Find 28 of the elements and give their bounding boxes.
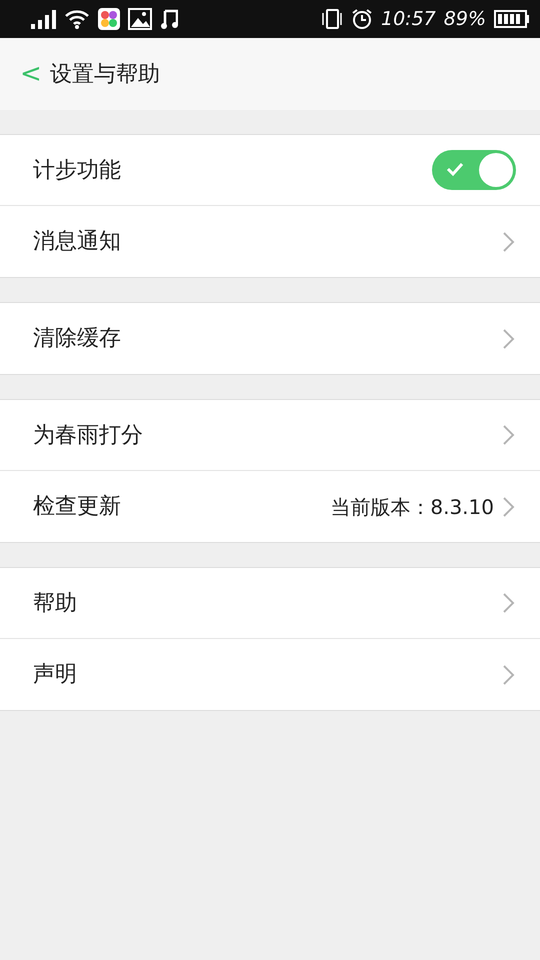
vibrate-icon [321, 8, 343, 30]
music-icon [160, 8, 178, 30]
setting-label: 帮助 [33, 590, 77, 618]
back-button[interactable]: < [12, 61, 50, 87]
setting-label: 计步功能 [33, 156, 121, 184]
setting-label: 消息通知 [33, 228, 121, 256]
chevron-icon [502, 592, 516, 614]
clock-time: 10:57 [381, 6, 436, 32]
setting-label: 为春雨打分 [33, 422, 143, 450]
chevron-icon [502, 496, 516, 518]
chevron-icon [502, 328, 516, 350]
check-icon [446, 161, 464, 177]
setting-label: 检查更新 [33, 493, 121, 521]
chevron-icon [502, 664, 516, 686]
signal-icon [30, 9, 56, 29]
image-icon [128, 8, 152, 30]
version-text: 当前版本：8.3.10 [330, 494, 494, 520]
app-icon [98, 8, 120, 30]
chevron-icon [502, 230, 516, 252]
wifi-icon [64, 9, 90, 29]
chevron-icon [502, 424, 516, 446]
alarm-icon [351, 8, 373, 30]
page-title: 设置与帮助 [50, 60, 160, 88]
setting-label: 清除缓存 [33, 325, 121, 353]
battery-icon [494, 9, 530, 29]
battery-percent: 89% [444, 6, 486, 32]
toggle-switch[interactable] [432, 150, 516, 190]
setting-label: 声明 [33, 661, 77, 689]
